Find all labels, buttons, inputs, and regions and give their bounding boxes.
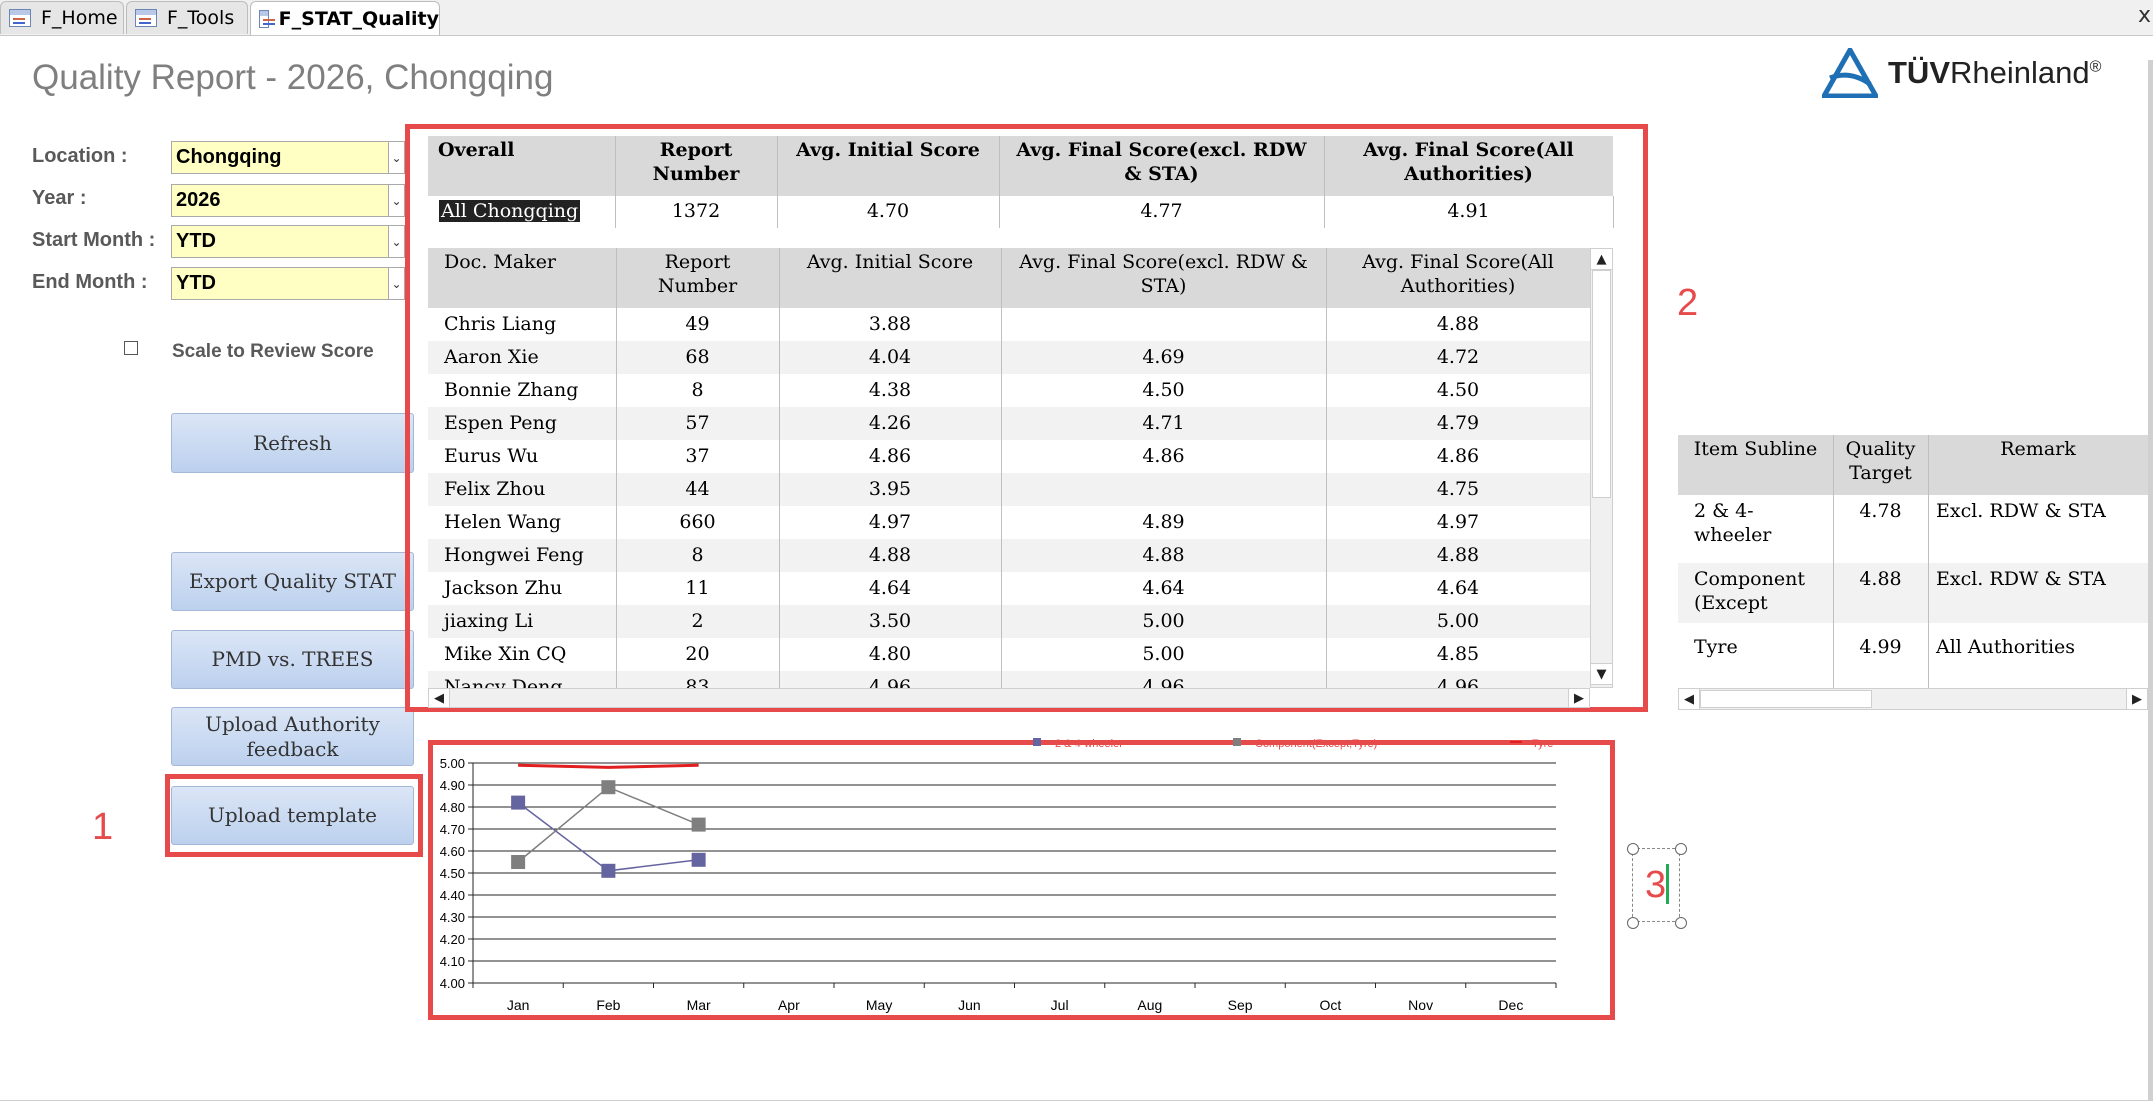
chart-x-tick-label: Feb xyxy=(596,997,620,1013)
chart-data-point xyxy=(691,817,706,832)
resize-handle[interactable] xyxy=(1675,843,1687,855)
chart-y-tick-label: 5.00 xyxy=(440,756,465,771)
chart-y-tick-label: 4.70 xyxy=(440,822,465,837)
chart-x-tick-label: Jul xyxy=(1051,997,1069,1013)
chart-legend-marker xyxy=(1033,738,1041,746)
quality-line-chart: 5.00 4.90 4.80 4.70 4.60 4.50 4.40 4.30 4.20 4.10… xyxy=(440,738,1557,1013)
chart-y-tick-label: 4.20 xyxy=(440,932,465,947)
chart-legend-marker xyxy=(1233,738,1241,746)
chart-data-point xyxy=(511,855,526,869)
chart-x-tick-label: Aug xyxy=(1137,997,1162,1013)
chart-data-point xyxy=(691,852,706,867)
chart-data-point xyxy=(511,795,526,810)
chart-y-tick-label: 4.00 xyxy=(440,976,465,991)
chart-series-line xyxy=(518,763,699,769)
chart-legend-label: Tyre xyxy=(1532,738,1553,750)
chart-x-tick-label: Sep xyxy=(1228,997,1253,1013)
status-divider xyxy=(0,1100,2153,1101)
annotation-3: 3 xyxy=(1645,864,1667,906)
chart-x-tick-label: Jun xyxy=(958,997,981,1013)
chart-y-tick-label: 4.90 xyxy=(440,778,465,793)
chart-data-point xyxy=(601,863,616,878)
chart-x-tick-label: Dec xyxy=(1498,997,1523,1013)
chart-x-tick-label: Oct xyxy=(1319,997,1341,1013)
resize-handle[interactable] xyxy=(1675,917,1687,929)
chart-y-tick-label: 4.30 xyxy=(440,910,465,925)
chart-legend-label: 2 & 4-wheeler xyxy=(1055,738,1123,750)
chart-x-tick-label: Jan xyxy=(507,997,530,1013)
chart-x-tick-label: Nov xyxy=(1408,997,1433,1013)
window-vertical-scrollbar[interactable] xyxy=(2148,60,2153,1100)
text-cursor xyxy=(1666,864,1669,904)
chart-y-tick-label: 4.80 xyxy=(440,800,465,815)
chart-y-tick-label: 4.60 xyxy=(440,844,465,859)
chart-y-tick-label: 4.10 xyxy=(440,954,465,969)
chart-legend-label: Component(Except,Tyre) xyxy=(1255,738,1377,750)
resize-handle[interactable] xyxy=(1627,917,1639,929)
chart-x-tick-label: Apr xyxy=(778,997,800,1013)
chart-y-tick-label: 4.40 xyxy=(440,888,465,903)
chart-y-tick-label: 4.50 xyxy=(440,866,465,881)
chart-x-tick-label: May xyxy=(866,997,892,1013)
chart-data-point xyxy=(601,780,616,795)
resize-handle[interactable] xyxy=(1627,843,1639,855)
chart-x-tick-label: Mar xyxy=(687,997,711,1013)
